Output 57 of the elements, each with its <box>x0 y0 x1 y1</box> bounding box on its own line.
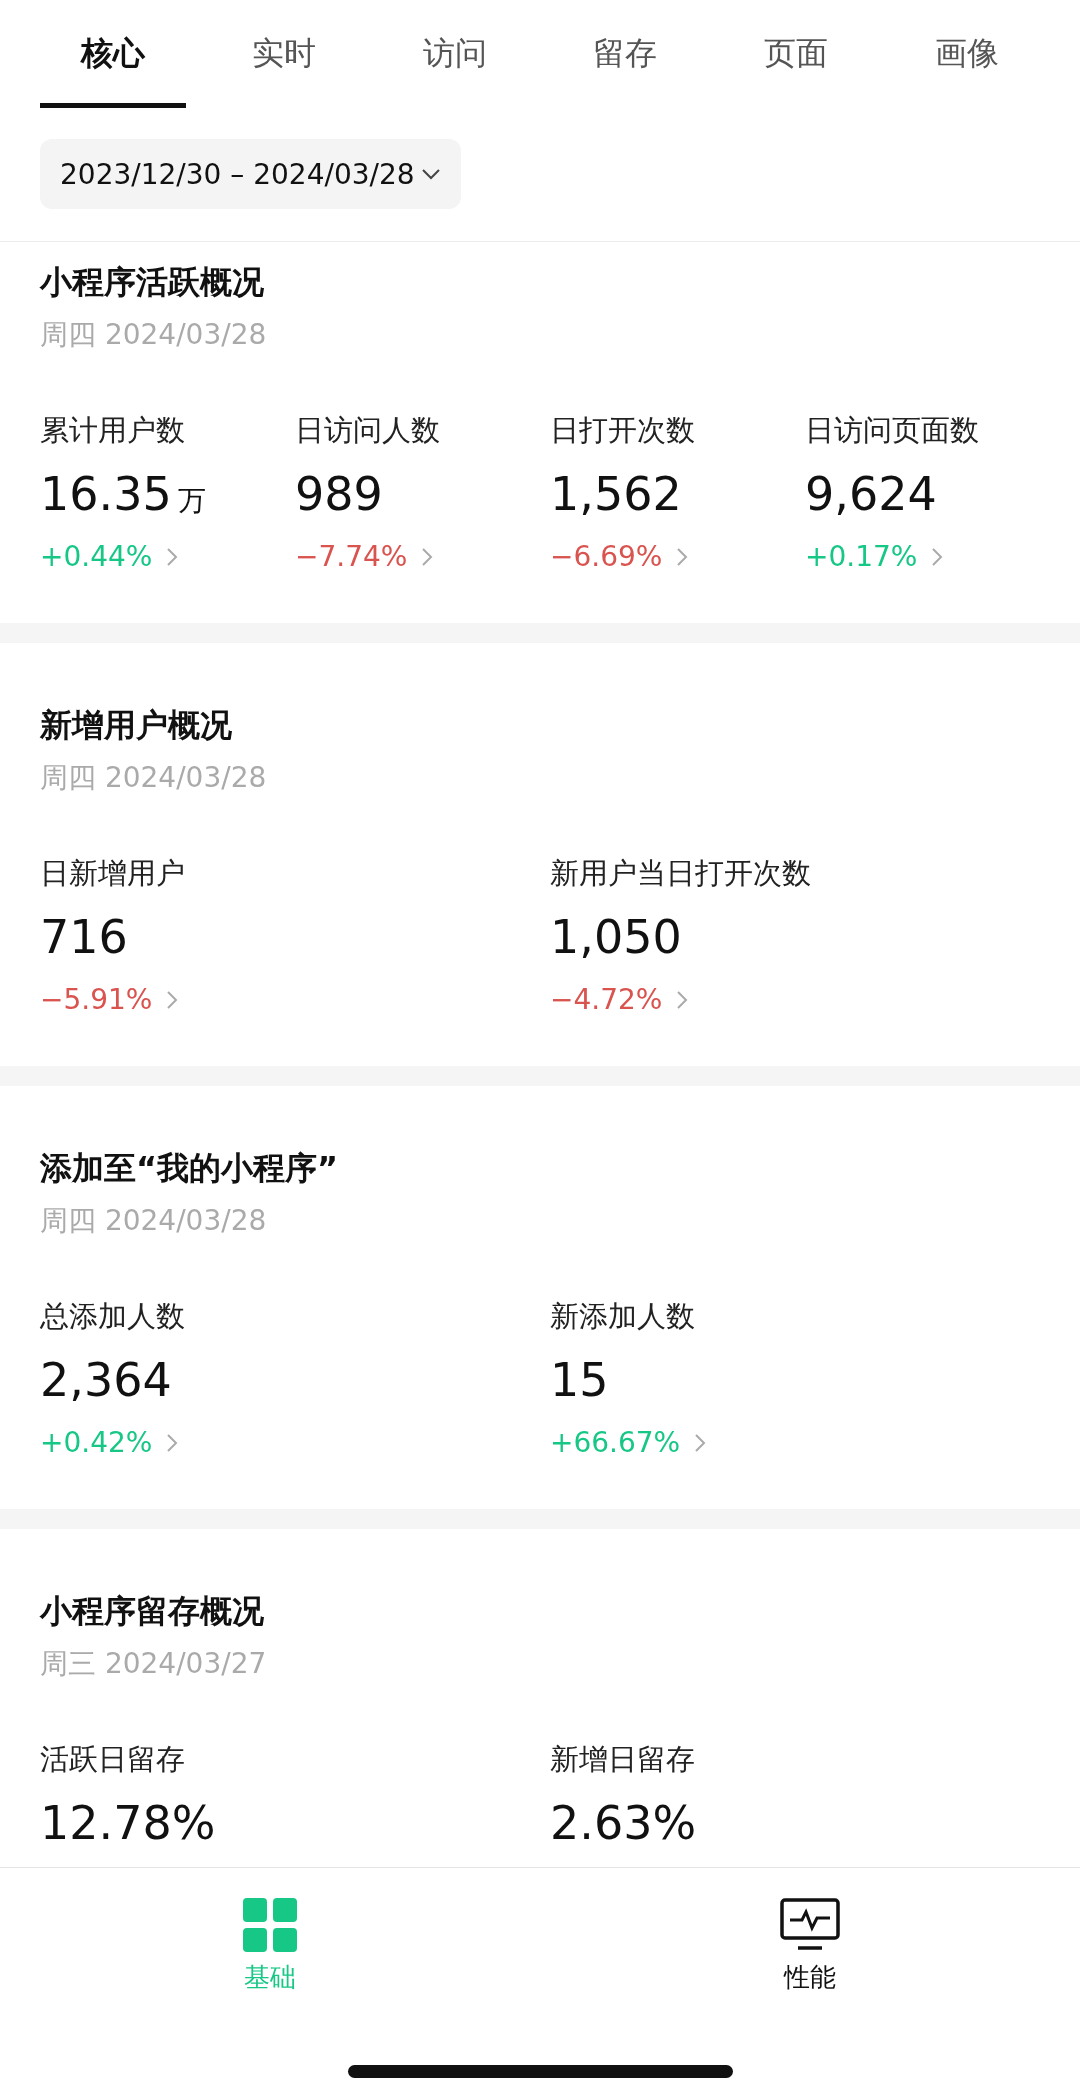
section-title: 添加至“我的小程序” <box>40 1148 340 1189</box>
metric-value: 989 <box>295 466 383 523</box>
metric-value: 15 <box>550 1352 609 1409</box>
metric-value: 1,050 <box>550 909 682 966</box>
section-date: 周三 2024/03/27 <box>40 1646 268 1682</box>
chevron-right-icon <box>166 1432 179 1453</box>
chevron-right-icon <box>166 989 179 1010</box>
metric-value: 2.63% <box>550 1795 697 1852</box>
metric-value: 716 <box>40 909 128 966</box>
chevron-right-icon <box>421 546 434 567</box>
metric-label: 活跃日留存 <box>40 1741 185 1778</box>
metric-value: 9,624 <box>805 466 937 523</box>
metric-label: 日新增用户 <box>40 855 185 892</box>
tab[interactable]: 核心 <box>40 0 186 108</box>
tab[interactable]: 访问 <box>381 0 528 108</box>
metric-label: 总添加人数 <box>40 1298 185 1335</box>
metric-change[interactable]: −7.74% <box>295 540 408 573</box>
section-date: 周四 2024/03/28 <box>40 317 268 353</box>
tab[interactable]: 实时 <box>210 0 357 108</box>
metric-change[interactable]: +0.17% <box>805 540 918 573</box>
chevron-right-icon <box>676 546 689 567</box>
section-date: 周四 2024/03/28 <box>40 1203 268 1239</box>
metric-change[interactable]: −6.69% <box>550 540 663 573</box>
section-title: 小程序活跃概况 <box>40 262 265 303</box>
tab[interactable]: 页面 <box>723 0 870 108</box>
chevron-right-icon <box>166 546 179 567</box>
metric-change[interactable]: −5.91% <box>40 983 153 1016</box>
metric-label: 日打开次数 <box>550 412 695 449</box>
section-date: 周四 2024/03/28 <box>40 760 268 796</box>
metric-change[interactable]: +0.42% <box>40 1426 153 1459</box>
metric-label: 日访问人数 <box>295 412 440 449</box>
metric-change[interactable]: −4.72% <box>550 983 663 1016</box>
metric-value: 2,364 <box>40 1352 172 1409</box>
metric-value: 12.78% <box>40 1795 216 1852</box>
metric-value: 16.35 <box>40 466 172 523</box>
metric-change[interactable]: +66.67% <box>550 1426 681 1459</box>
chevron-down-icon <box>420 168 441 180</box>
nav-item[interactable]: 性能 <box>784 1960 836 1995</box>
metric-label: 新添加人数 <box>550 1298 695 1335</box>
chevron-right-icon <box>694 1432 707 1453</box>
section-title: 小程序留存概况 <box>40 1591 265 1632</box>
metric-label: 新用户当日打开次数 <box>550 855 811 892</box>
chevron-right-icon <box>676 989 689 1010</box>
monitor-icon <box>780 1898 840 1952</box>
metric-unit: 万 <box>177 483 206 519</box>
tab[interactable]: 留存 <box>552 0 699 108</box>
metric-label: 累计用户数 <box>40 412 185 449</box>
date-range-picker[interactable]: 2023/12/30 – 2024/03/28 <box>40 139 461 209</box>
tab[interactable]: 画像 <box>894 0 1040 108</box>
grid-icon <box>243 1898 297 1952</box>
metric-label: 日访问页面数 <box>805 412 979 449</box>
metric-value: 1,562 <box>550 466 682 523</box>
metric-label: 新增日留存 <box>550 1741 695 1778</box>
metric-change[interactable]: +0.44% <box>40 540 153 573</box>
chevron-right-icon <box>931 546 944 567</box>
section-title: 新增用户概况 <box>40 705 233 746</box>
nav-item[interactable]: 基础 <box>244 1960 296 1995</box>
